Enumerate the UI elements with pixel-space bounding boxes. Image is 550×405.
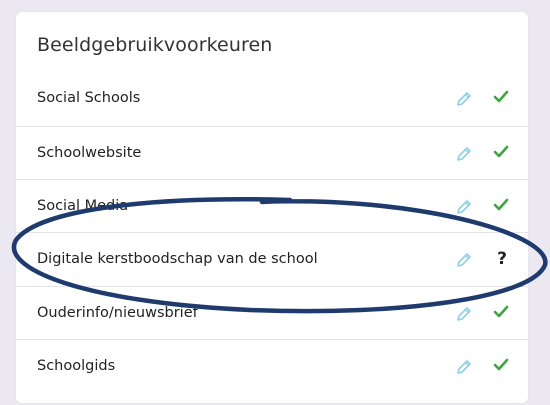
status-question-icon: ? (493, 248, 511, 270)
status-check-icon (493, 355, 511, 377)
preference-label: Digitale kerstboodschap van de school (37, 251, 318, 267)
card-title: Beeldgebruikvoorkeuren (37, 34, 273, 56)
preference-row-social-schools: Social Schools (16, 72, 528, 125)
pencil-icon[interactable] (455, 198, 473, 216)
pencil-icon[interactable] (455, 251, 473, 269)
pencil-icon[interactable] (455, 90, 473, 108)
preference-label: Schoolgids (37, 358, 116, 374)
pencil-icon[interactable] (455, 358, 473, 376)
preference-row-digitale-kerstboodschap: Digitale kerstboodschap van de school ? (16, 232, 528, 285)
preference-row-social-media: Social Media (16, 179, 528, 232)
preference-row-schoolwebsite: Schoolwebsite (16, 126, 528, 179)
preference-label: Ouderinfo/nieuwsbrief (37, 305, 198, 321)
pencil-icon[interactable] (455, 145, 473, 163)
preference-label: Social Schools (37, 90, 141, 106)
preference-row-ouderinfo: Ouderinfo/nieuwsbrief (16, 286, 528, 339)
preference-row-schoolgids: Schoolgids (16, 339, 528, 392)
preferences-card: Beeldgebruikvoorkeuren Social Schools Sc… (16, 12, 528, 403)
status-check-icon (493, 142, 511, 164)
status-check-icon (493, 302, 511, 324)
status-question-mark: ? (497, 249, 507, 269)
pencil-icon[interactable] (455, 305, 473, 323)
status-check-icon (493, 195, 511, 217)
preference-label: Schoolwebsite (37, 145, 142, 161)
status-check-icon (493, 87, 511, 109)
preference-label: Social Media (37, 198, 129, 214)
